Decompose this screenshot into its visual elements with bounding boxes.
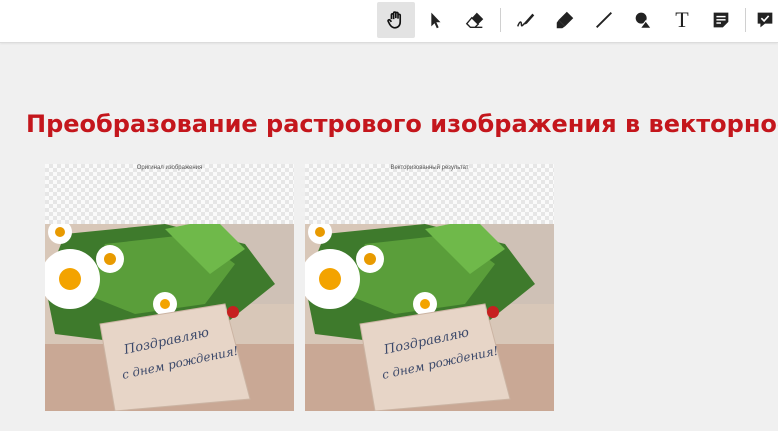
hand-tool-button[interactable] bbox=[377, 2, 415, 38]
line-icon bbox=[596, 12, 612, 28]
text-tool-button[interactable]: T bbox=[663, 2, 701, 38]
sticky-note-tool-button[interactable] bbox=[702, 2, 740, 38]
text-icon: T bbox=[675, 7, 689, 32]
shapes-icon bbox=[635, 12, 653, 29]
vectorized-image-panel: Векторизованный результат Поздравляю с д… bbox=[305, 164, 554, 411]
line-tool-button[interactable] bbox=[585, 2, 623, 38]
comment-tool-button[interactable] bbox=[750, 2, 778, 38]
highlighter-icon bbox=[556, 11, 574, 29]
highlighter-tool-button[interactable] bbox=[546, 2, 584, 38]
cursor-arrow-icon bbox=[431, 12, 441, 29]
original-image-caption: Оригинал изображения bbox=[136, 165, 203, 171]
note-icon bbox=[713, 12, 729, 28]
original-flower-photo: Поздравляю с днем рождения! bbox=[45, 224, 294, 411]
original-image-panel: Оригинал изображения Поздравляю с днем р… bbox=[45, 164, 294, 411]
pen-icon bbox=[517, 13, 535, 27]
comment-icon bbox=[757, 12, 773, 28]
eraser-tool-button[interactable] bbox=[456, 2, 494, 38]
eraser-icon bbox=[465, 12, 484, 29]
shapes-tool-button[interactable] bbox=[624, 2, 662, 38]
toolbar-separator bbox=[500, 8, 501, 32]
hand-icon bbox=[387, 11, 402, 29]
select-tool-button[interactable] bbox=[416, 2, 454, 38]
vectorized-image-caption: Векторизованный результат bbox=[390, 165, 469, 171]
toolbar-separator bbox=[745, 8, 746, 32]
pen-tool-button[interactable] bbox=[507, 2, 545, 38]
vectorized-flower-photo: Поздравляю с днем рождения! bbox=[305, 224, 554, 411]
slide-title: Преобразование растрового изображения в … bbox=[26, 110, 778, 138]
toolbar: T bbox=[0, 0, 778, 43]
